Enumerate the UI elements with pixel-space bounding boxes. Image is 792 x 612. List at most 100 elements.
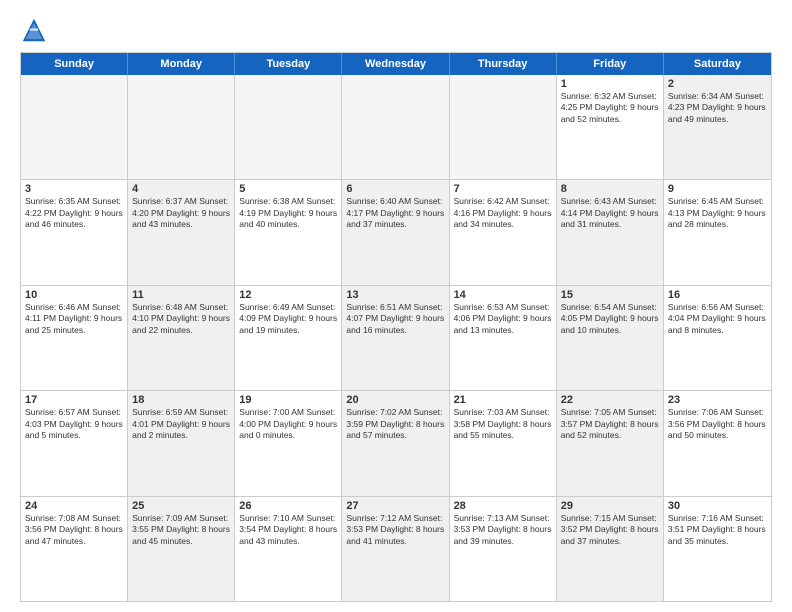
day-cell-1: 1Sunrise: 6:32 AM Sunset: 4:25 PM Daylig… xyxy=(557,75,664,179)
empty-cell-1 xyxy=(128,75,235,179)
day-number: 13 xyxy=(346,289,444,301)
weekday-header-sunday: Sunday xyxy=(21,53,128,75)
day-cell-7: 7Sunrise: 6:42 AM Sunset: 4:16 PM Daylig… xyxy=(450,180,557,284)
weekday-header-wednesday: Wednesday xyxy=(342,53,449,75)
day-info: Sunrise: 7:06 AM Sunset: 3:56 PM Dayligh… xyxy=(668,407,767,441)
day-info: Sunrise: 7:00 AM Sunset: 4:00 PM Dayligh… xyxy=(239,407,337,441)
day-number: 1 xyxy=(561,78,659,90)
weekday-header-monday: Monday xyxy=(128,53,235,75)
day-info: Sunrise: 6:48 AM Sunset: 4:10 PM Dayligh… xyxy=(132,302,230,336)
calendar: SundayMondayTuesdayWednesdayThursdayFrid… xyxy=(20,52,772,602)
day-info: Sunrise: 7:02 AM Sunset: 3:59 PM Dayligh… xyxy=(346,407,444,441)
day-number: 12 xyxy=(239,289,337,301)
day-cell-23: 23Sunrise: 7:06 AM Sunset: 3:56 PM Dayli… xyxy=(664,391,771,495)
day-number: 10 xyxy=(25,289,123,301)
day-number: 22 xyxy=(561,394,659,406)
day-info: Sunrise: 6:43 AM Sunset: 4:14 PM Dayligh… xyxy=(561,196,659,230)
day-number: 24 xyxy=(25,500,123,512)
day-cell-21: 21Sunrise: 7:03 AM Sunset: 3:58 PM Dayli… xyxy=(450,391,557,495)
day-info: Sunrise: 7:16 AM Sunset: 3:51 PM Dayligh… xyxy=(668,513,767,547)
day-cell-24: 24Sunrise: 7:08 AM Sunset: 3:56 PM Dayli… xyxy=(21,497,128,601)
day-info: Sunrise: 6:46 AM Sunset: 4:11 PM Dayligh… xyxy=(25,302,123,336)
day-number: 21 xyxy=(454,394,552,406)
day-info: Sunrise: 7:12 AM Sunset: 3:53 PM Dayligh… xyxy=(346,513,444,547)
day-number: 9 xyxy=(668,183,767,195)
day-number: 18 xyxy=(132,394,230,406)
day-info: Sunrise: 6:57 AM Sunset: 4:03 PM Dayligh… xyxy=(25,407,123,441)
day-info: Sunrise: 6:49 AM Sunset: 4:09 PM Dayligh… xyxy=(239,302,337,336)
day-cell-5: 5Sunrise: 6:38 AM Sunset: 4:19 PM Daylig… xyxy=(235,180,342,284)
calendar-row-1: 3Sunrise: 6:35 AM Sunset: 4:22 PM Daylig… xyxy=(21,180,771,285)
day-info: Sunrise: 6:35 AM Sunset: 4:22 PM Dayligh… xyxy=(25,196,123,230)
day-info: Sunrise: 7:09 AM Sunset: 3:55 PM Dayligh… xyxy=(132,513,230,547)
day-info: Sunrise: 7:03 AM Sunset: 3:58 PM Dayligh… xyxy=(454,407,552,441)
day-number: 14 xyxy=(454,289,552,301)
day-cell-26: 26Sunrise: 7:10 AM Sunset: 3:54 PM Dayli… xyxy=(235,497,342,601)
day-info: Sunrise: 7:13 AM Sunset: 3:53 PM Dayligh… xyxy=(454,513,552,547)
calendar-body: 1Sunrise: 6:32 AM Sunset: 4:25 PM Daylig… xyxy=(21,75,771,601)
day-info: Sunrise: 6:38 AM Sunset: 4:19 PM Dayligh… xyxy=(239,196,337,230)
page: SundayMondayTuesdayWednesdayThursdayFrid… xyxy=(0,0,792,612)
day-cell-19: 19Sunrise: 7:00 AM Sunset: 4:00 PM Dayli… xyxy=(235,391,342,495)
calendar-row-0: 1Sunrise: 6:32 AM Sunset: 4:25 PM Daylig… xyxy=(21,75,771,180)
day-cell-11: 11Sunrise: 6:48 AM Sunset: 4:10 PM Dayli… xyxy=(128,286,235,390)
day-cell-16: 16Sunrise: 6:56 AM Sunset: 4:04 PM Dayli… xyxy=(664,286,771,390)
weekday-header-thursday: Thursday xyxy=(450,53,557,75)
day-info: Sunrise: 7:05 AM Sunset: 3:57 PM Dayligh… xyxy=(561,407,659,441)
day-info: Sunrise: 6:51 AM Sunset: 4:07 PM Dayligh… xyxy=(346,302,444,336)
header xyxy=(20,16,772,44)
empty-cell-0 xyxy=(21,75,128,179)
day-cell-25: 25Sunrise: 7:09 AM Sunset: 3:55 PM Dayli… xyxy=(128,497,235,601)
day-number: 30 xyxy=(668,500,767,512)
day-info: Sunrise: 6:34 AM Sunset: 4:23 PM Dayligh… xyxy=(668,91,767,125)
calendar-row-4: 24Sunrise: 7:08 AM Sunset: 3:56 PM Dayli… xyxy=(21,497,771,601)
day-number: 20 xyxy=(346,394,444,406)
day-number: 3 xyxy=(25,183,123,195)
day-cell-6: 6Sunrise: 6:40 AM Sunset: 4:17 PM Daylig… xyxy=(342,180,449,284)
day-number: 19 xyxy=(239,394,337,406)
logo-icon xyxy=(20,16,48,44)
day-number: 8 xyxy=(561,183,659,195)
day-cell-9: 9Sunrise: 6:45 AM Sunset: 4:13 PM Daylig… xyxy=(664,180,771,284)
weekday-header-saturday: Saturday xyxy=(664,53,771,75)
day-number: 7 xyxy=(454,183,552,195)
day-number: 25 xyxy=(132,500,230,512)
day-info: Sunrise: 6:37 AM Sunset: 4:20 PM Dayligh… xyxy=(132,196,230,230)
day-number: 23 xyxy=(668,394,767,406)
day-number: 5 xyxy=(239,183,337,195)
day-cell-20: 20Sunrise: 7:02 AM Sunset: 3:59 PM Dayli… xyxy=(342,391,449,495)
day-number: 2 xyxy=(668,78,767,90)
day-number: 11 xyxy=(132,289,230,301)
day-cell-30: 30Sunrise: 7:16 AM Sunset: 3:51 PM Dayli… xyxy=(664,497,771,601)
day-cell-2: 2Sunrise: 6:34 AM Sunset: 4:23 PM Daylig… xyxy=(664,75,771,179)
day-cell-27: 27Sunrise: 7:12 AM Sunset: 3:53 PM Dayli… xyxy=(342,497,449,601)
day-cell-17: 17Sunrise: 6:57 AM Sunset: 4:03 PM Dayli… xyxy=(21,391,128,495)
day-cell-28: 28Sunrise: 7:13 AM Sunset: 3:53 PM Dayli… xyxy=(450,497,557,601)
logo xyxy=(20,16,52,44)
empty-cell-4 xyxy=(450,75,557,179)
empty-cell-3 xyxy=(342,75,449,179)
weekday-header-friday: Friday xyxy=(557,53,664,75)
calendar-row-2: 10Sunrise: 6:46 AM Sunset: 4:11 PM Dayli… xyxy=(21,286,771,391)
day-cell-4: 4Sunrise: 6:37 AM Sunset: 4:20 PM Daylig… xyxy=(128,180,235,284)
day-number: 28 xyxy=(454,500,552,512)
day-info: Sunrise: 6:56 AM Sunset: 4:04 PM Dayligh… xyxy=(668,302,767,336)
day-info: Sunrise: 7:15 AM Sunset: 3:52 PM Dayligh… xyxy=(561,513,659,547)
calendar-header: SundayMondayTuesdayWednesdayThursdayFrid… xyxy=(21,53,771,75)
empty-cell-2 xyxy=(235,75,342,179)
day-number: 17 xyxy=(25,394,123,406)
day-info: Sunrise: 6:40 AM Sunset: 4:17 PM Dayligh… xyxy=(346,196,444,230)
day-number: 15 xyxy=(561,289,659,301)
day-cell-18: 18Sunrise: 6:59 AM Sunset: 4:01 PM Dayli… xyxy=(128,391,235,495)
day-cell-29: 29Sunrise: 7:15 AM Sunset: 3:52 PM Dayli… xyxy=(557,497,664,601)
day-info: Sunrise: 7:10 AM Sunset: 3:54 PM Dayligh… xyxy=(239,513,337,547)
day-cell-12: 12Sunrise: 6:49 AM Sunset: 4:09 PM Dayli… xyxy=(235,286,342,390)
day-number: 6 xyxy=(346,183,444,195)
day-info: Sunrise: 6:54 AM Sunset: 4:05 PM Dayligh… xyxy=(561,302,659,336)
day-cell-13: 13Sunrise: 6:51 AM Sunset: 4:07 PM Dayli… xyxy=(342,286,449,390)
day-info: Sunrise: 6:32 AM Sunset: 4:25 PM Dayligh… xyxy=(561,91,659,125)
day-info: Sunrise: 6:59 AM Sunset: 4:01 PM Dayligh… xyxy=(132,407,230,441)
day-number: 4 xyxy=(132,183,230,195)
day-cell-22: 22Sunrise: 7:05 AM Sunset: 3:57 PM Dayli… xyxy=(557,391,664,495)
calendar-row-3: 17Sunrise: 6:57 AM Sunset: 4:03 PM Dayli… xyxy=(21,391,771,496)
